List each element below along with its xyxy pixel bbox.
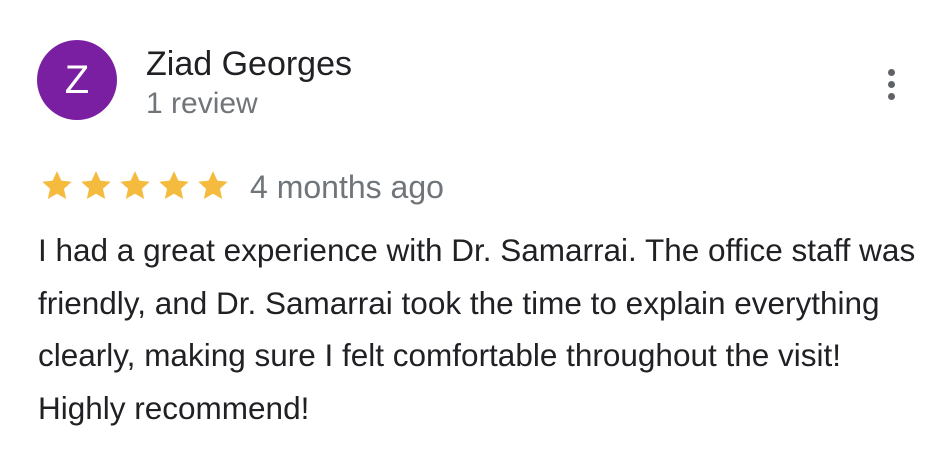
avatar[interactable]: Z [37,40,117,120]
reviewer-name[interactable]: Ziad Georges [146,44,352,84]
star-rating [38,168,232,204]
avatar-initial: Z [64,58,90,102]
star-icon [77,167,115,205]
review-text: I had a great experience with Dr. Samarr… [38,232,916,426]
more-vert-icon [887,68,895,76]
more-options-button[interactable] [874,64,908,104]
review-date: 4 months ago [250,169,444,205]
star-icon [38,167,76,205]
star-icon [116,167,154,205]
star-icon [155,167,193,205]
star-icon [194,167,232,205]
review-count: 1 review [146,87,258,120]
